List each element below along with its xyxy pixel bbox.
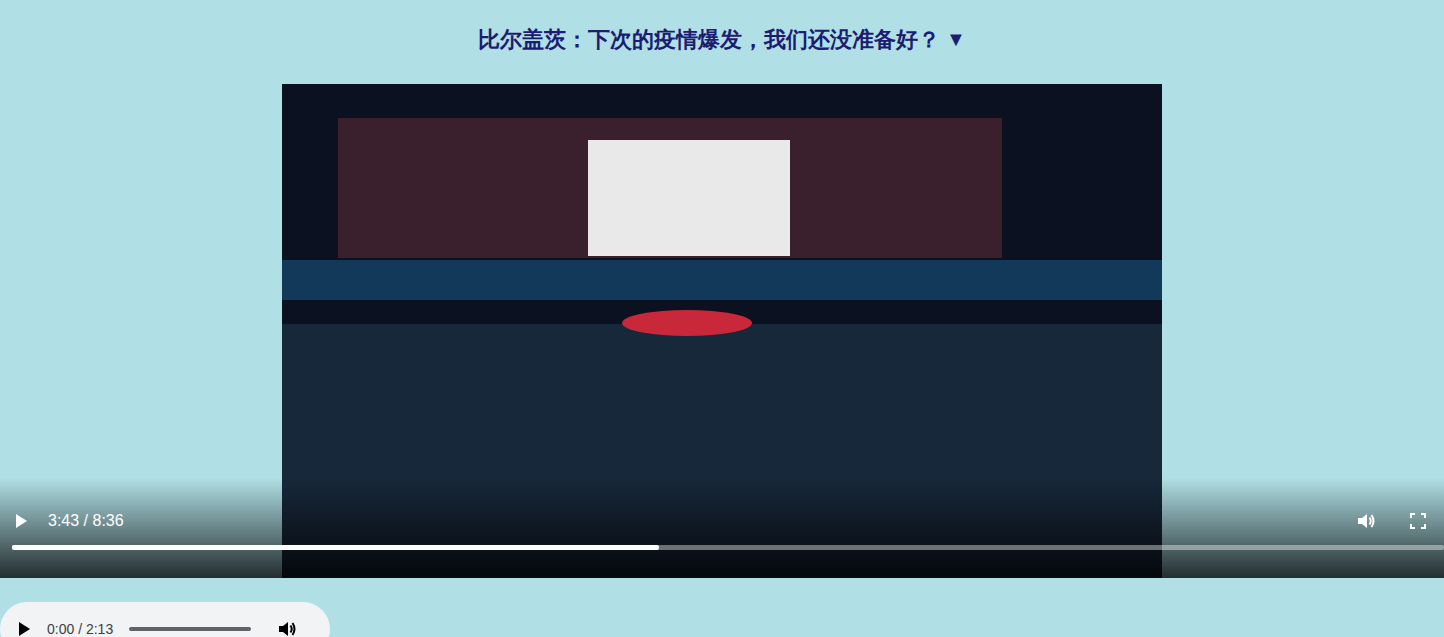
video-controls: 3:43 / 8:36: [0, 478, 1444, 578]
video-player[interactable]: 3:43 / 8:36: [0, 84, 1444, 578]
audio-play-icon[interactable]: [17, 621, 33, 637]
controls-row: 3:43 / 8:36: [0, 510, 1444, 532]
video-progress[interactable]: [12, 545, 1444, 550]
video-progress-fill: [12, 545, 659, 550]
video-time: 3:43 / 8:36: [48, 513, 124, 529]
fullscreen-icon[interactable]: [1410, 513, 1426, 529]
play-icon[interactable]: [14, 513, 30, 529]
stage-backdrop: [282, 260, 1162, 300]
audio-volume-icon[interactable]: [277, 620, 297, 637]
stage-floor: [622, 310, 752, 336]
toggle-icon[interactable]: ▼: [946, 24, 966, 54]
audio-time: 0:00 / 2:13: [47, 622, 113, 636]
stage-slide: [588, 140, 790, 256]
volume-icon[interactable]: [1356, 512, 1376, 530]
page-header: 比尔盖茨：下次的疫情爆发，我们还没准备好？▼: [0, 0, 1444, 84]
title-text: 比尔盖茨：下次的疫情爆发，我们还没准备好？: [478, 23, 940, 56]
audio-progress[interactable]: [129, 627, 251, 631]
video-title: 比尔盖茨：下次的疫情爆发，我们还没准备好？▼: [478, 23, 966, 56]
audio-player[interactable]: 0:00 / 2:13: [0, 602, 330, 637]
